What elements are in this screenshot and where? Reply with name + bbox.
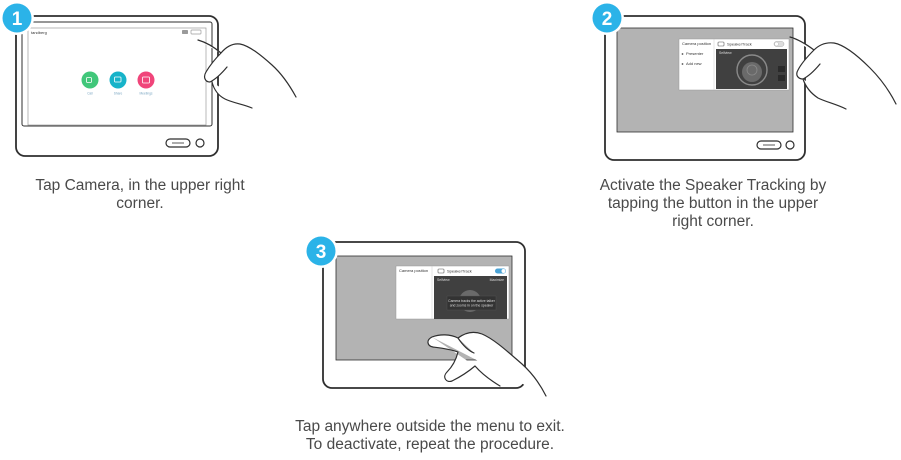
step-2-caption: Activate the Speaker Tracking by tapping… [563, 177, 863, 231]
step-1-caption-line: corner. [116, 195, 164, 212]
step-2-caption-line: tapping the button in the upper [607, 195, 819, 212]
meetings-app-label: Meetings [140, 92, 153, 96]
maximize-label[interactable]: Maximize [490, 278, 504, 282]
step-1-number: 1 [12, 9, 23, 30]
menu-item-add-new[interactable]: Add new [686, 61, 702, 66]
step-3-badge: 3 [304, 234, 338, 268]
step-2-badge: 2 [590, 1, 624, 35]
hand-2-icon [789, 36, 897, 110]
step-1-caption: Tap Camera, in the upper right corner. [0, 177, 280, 213]
camera-position-title-active: Camera position [399, 268, 428, 273]
step-2-caption-line: right corner. [672, 213, 754, 230]
step-2-device: Camera position Presenter Add new Speake… [604, 15, 897, 161]
device-1-screen-label: tandberg [31, 30, 47, 35]
tracking-notice-line-2: and zooms in on the speaker [450, 304, 494, 308]
speakertrack-label-active: SpeakerTrack [447, 269, 472, 274]
camera-icon[interactable] [182, 30, 188, 34]
menu-item-presenter[interactable]: Presenter [686, 51, 704, 56]
selfview-label-active: Selfview [437, 278, 450, 282]
step-1-badge: 1 [0, 1, 34, 35]
step-3-caption-line: Tap anywhere outside the menu to exit. [295, 418, 565, 435]
share-app-label: Share [114, 92, 123, 96]
zoom-out-button[interactable] [778, 75, 785, 81]
meetings-app-button[interactable]: Meetings [137, 71, 155, 96]
step-2-number: 2 [602, 9, 613, 30]
zoom-in-button[interactable] [778, 66, 785, 72]
step-3-caption-line: To deactivate, repeat the procedure. [305, 436, 555, 453]
selfview-label: Selfview [719, 51, 732, 55]
step-1-caption-line: Tap Camera, in the upper right [35, 177, 245, 194]
camera-position-title: Camera position [682, 41, 711, 46]
tracking-notice-line-1: Camera tracks the active talker [448, 299, 496, 303]
step-3-number: 3 [316, 242, 327, 263]
call-app-label: Call [87, 92, 93, 96]
step-3-device: Camera position SpeakerTrack Selfview Ma… [322, 241, 547, 397]
step-3-caption: Tap anywhere outside the menu to exit. T… [250, 418, 610, 454]
step-1-device: tandberg Call Share Meetings [15, 15, 297, 157]
step-2-caption-line: Activate the Speaker Tracking by [599, 177, 827, 194]
speakertrack-label: SpeakerTrack [727, 42, 752, 47]
